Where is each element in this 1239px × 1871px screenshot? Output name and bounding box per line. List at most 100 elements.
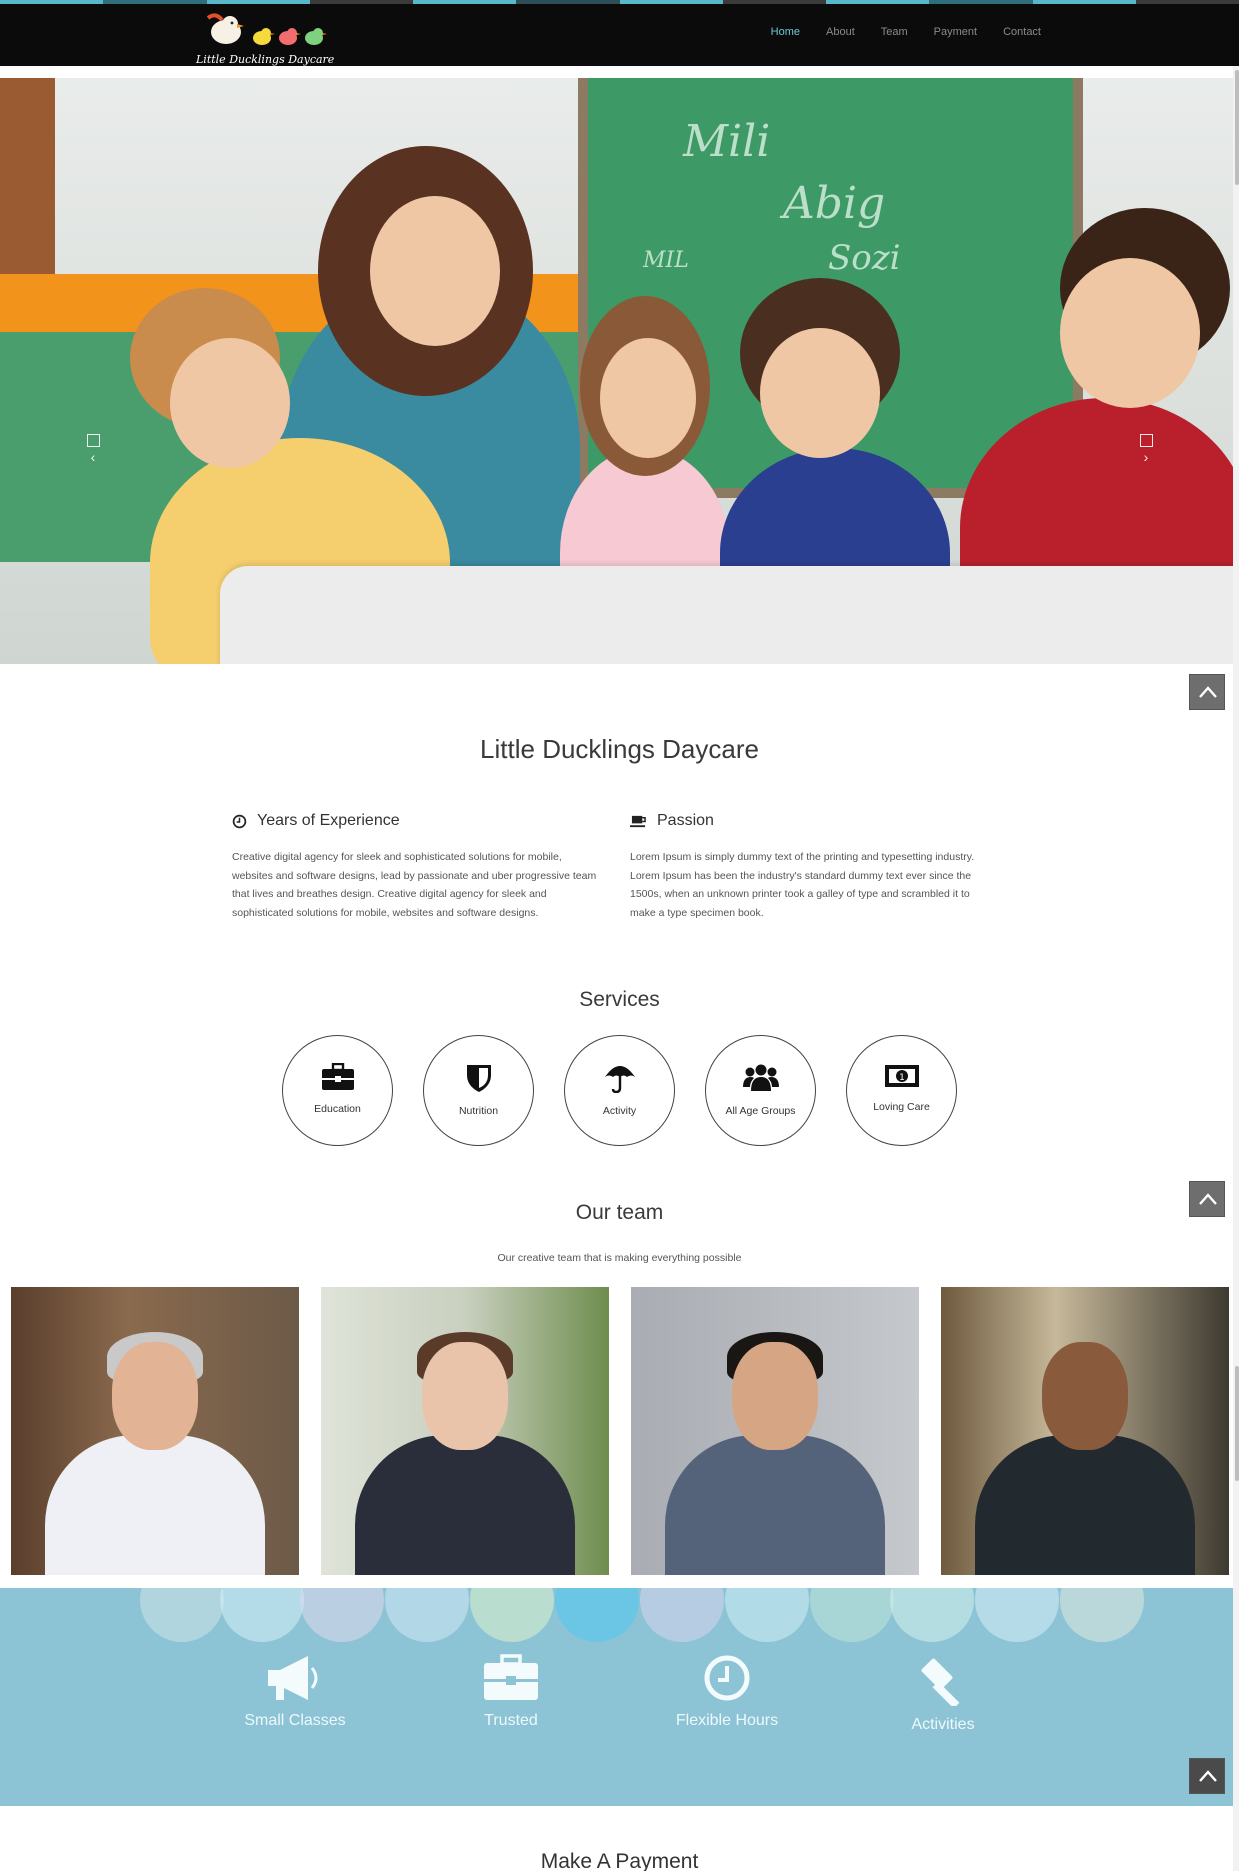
- gavel-icon: [921, 1658, 960, 1706]
- decorative-bubble: [640, 1588, 724, 1642]
- feature-label: Activities: [911, 1716, 975, 1733]
- clock-icon: [704, 1655, 750, 1701]
- decorative-bubble: [1060, 1588, 1144, 1642]
- slider-prev-button[interactable]: ‹: [85, 434, 101, 465]
- decorative-bubble: [385, 1588, 469, 1642]
- service-label: Loving Care: [873, 1101, 930, 1113]
- slider-prev-square-icon: [86, 434, 100, 447]
- hero-teacher-face: [370, 196, 500, 346]
- board-text-2: Abig: [783, 178, 886, 229]
- top-navbar: Little Ducklings Daycare Home About Team…: [0, 0, 1239, 66]
- chevron-right-icon: ›: [1143, 449, 1149, 465]
- nav-color-strip: [0, 0, 1239, 4]
- service-activity[interactable]: Activity: [564, 1035, 675, 1146]
- experience-text: Creative digital agency for sleek and so…: [232, 851, 597, 919]
- slider-next-button[interactable]: ›: [1138, 434, 1154, 465]
- chevron-left-icon: ‹: [90, 449, 96, 465]
- decorative-bubble: [725, 1588, 809, 1642]
- money-icon: 1: [884, 1065, 919, 1087]
- team-member-photo[interactable]: [11, 1287, 299, 1575]
- about-experience: Years of Experience Creative digital age…: [232, 812, 597, 922]
- briefcase-icon: [321, 1063, 354, 1090]
- service-label: Nutrition: [458, 1105, 499, 1117]
- decorative-bubble: [300, 1588, 384, 1642]
- decorative-bubble: [810, 1588, 894, 1642]
- feature-trusted: Trusted: [436, 1654, 586, 1730]
- chevron-up-icon: [1199, 1770, 1217, 1782]
- feature-label: Trusted: [484, 1712, 538, 1729]
- decorative-bubble: [220, 1588, 304, 1642]
- decorative-bubble: [975, 1588, 1059, 1642]
- team-photo-body: [975, 1435, 1195, 1575]
- group-icon: [742, 1064, 779, 1091]
- hero-child-1-face: [170, 338, 290, 468]
- service-nutrition[interactable]: Nutrition: [423, 1035, 534, 1146]
- services-list: Education Nutrition Activity All Age Gro…: [282, 1035, 957, 1146]
- team-photo-face: [732, 1342, 818, 1450]
- team-member-photo[interactable]: [631, 1287, 919, 1575]
- back-to-top-button[interactable]: [1189, 1758, 1225, 1794]
- about-title: Little Ducklings Daycare: [480, 734, 759, 764]
- coffee-icon: [630, 815, 646, 827]
- scrollbar-thumb[interactable]: [1235, 1366, 1239, 1481]
- shield-icon: [466, 1065, 491, 1092]
- feature-activities: Activities: [868, 1654, 1018, 1734]
- team-photo-face: [422, 1342, 508, 1450]
- about-experience-heading-row: Years of Experience: [232, 812, 597, 830]
- service-label: Education: [314, 1103, 361, 1115]
- svg-text:1: 1: [899, 1073, 905, 1083]
- back-to-top-button[interactable]: [1189, 674, 1225, 710]
- decorative-bubble: [470, 1588, 554, 1642]
- team-title: Our team: [575, 1201, 664, 1224]
- service-education[interactable]: Education: [282, 1035, 393, 1146]
- clock-icon: [232, 814, 247, 828]
- service-label: Activity: [602, 1105, 637, 1117]
- hero-child-2-face: [600, 338, 696, 458]
- team-photo-face: [1042, 1342, 1128, 1450]
- board-text-1: Mili: [683, 116, 771, 167]
- board-text-4: Sozi: [828, 238, 901, 278]
- nav-link-payment[interactable]: Payment: [934, 26, 977, 38]
- services-title: Services: [579, 988, 660, 1011]
- passion-heading: Passion: [657, 812, 714, 829]
- umbrella-icon: [604, 1066, 635, 1093]
- about-passion: Passion Lorem Ipsum is simply dummy text…: [630, 812, 995, 922]
- service-loving-care[interactable]: 1 Loving Care: [846, 1035, 957, 1146]
- features-band: Small Classes Trusted Flexible Hours Act…: [0, 1588, 1239, 1806]
- team-photo-body: [665, 1435, 885, 1575]
- feature-label: Small Classes: [244, 1712, 346, 1729]
- nav-link-contact[interactable]: Contact: [1003, 26, 1041, 38]
- decorative-bubble: [140, 1588, 224, 1642]
- team-photo-body: [355, 1435, 575, 1575]
- chevron-up-icon: [1199, 686, 1217, 698]
- hero-child-3-face: [760, 328, 880, 458]
- team-member-photo[interactable]: [941, 1287, 1229, 1575]
- team-photo-body: [45, 1435, 265, 1575]
- megaphone-icon: [268, 1656, 318, 1700]
- payment-title: Make A Payment: [540, 1850, 699, 1871]
- nav-link-home[interactable]: Home: [771, 26, 800, 38]
- feature-label: Flexible Hours: [675, 1712, 779, 1729]
- scrollbar-thumb[interactable]: [1235, 70, 1239, 185]
- decorative-bubbles: [0, 1588, 1239, 1642]
- brand-logo[interactable]: Little Ducklings Daycare: [196, 12, 346, 66]
- hero-wood-panel: [0, 78, 55, 298]
- passion-text: Lorem Ipsum is simply dummy text of the …: [630, 851, 975, 919]
- feature-small-classes: Small Classes: [220, 1654, 370, 1730]
- duckling-logo-icon: [206, 13, 327, 45]
- nav-link-about[interactable]: About: [826, 26, 855, 38]
- briefcase-icon: [484, 1654, 538, 1700]
- hero-table: [220, 566, 1239, 664]
- brand-name: Little Ducklings Daycare: [196, 53, 335, 66]
- feature-flexible-hours: Flexible Hours: [652, 1654, 802, 1730]
- service-all-age-groups[interactable]: All Age Groups: [705, 1035, 816, 1146]
- decorative-bubble: [555, 1588, 639, 1642]
- team-subtitle: Our creative team that is making everyth…: [497, 1252, 742, 1264]
- team-member-photo[interactable]: [321, 1287, 609, 1575]
- page-scrollbar[interactable]: [1233, 66, 1239, 1871]
- nav-link-team[interactable]: Team: [881, 26, 908, 38]
- service-label: All Age Groups: [725, 1105, 796, 1117]
- experience-heading: Years of Experience: [257, 812, 400, 829]
- about-passion-heading-row: Passion: [630, 812, 995, 830]
- hero-child-4-face: [1060, 258, 1200, 408]
